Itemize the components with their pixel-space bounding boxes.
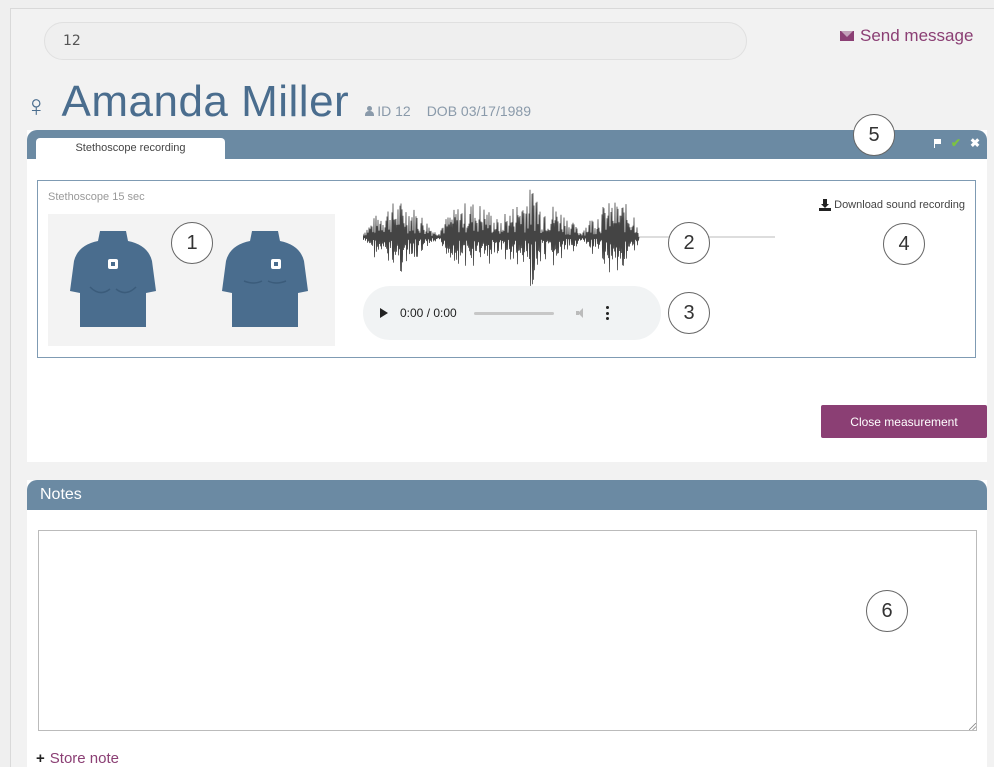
close-icon[interactable]: ✖ [970,136,980,150]
tab-stethoscope-recording[interactable]: Stethoscope recording [36,138,225,159]
measurement-panel: Stethoscope recording ✔ ✖ Stethoscope 15… [27,130,987,462]
check-icon[interactable]: ✔ [951,136,961,150]
download-label: Download sound recording [834,199,965,211]
volume-icon[interactable] [575,307,590,319]
female-torso-icon [70,231,156,327]
audio-time: 0:00 / 0:00 [400,306,457,320]
callout-marker: 2 [668,222,710,264]
patient-id: ID 12 [365,103,411,119]
callout-marker: 5 [853,114,895,156]
close-measurement-button[interactable]: Close measurement [821,405,987,438]
page: 12 Send message ♀ Amanda Miller ID 12 DO… [10,8,994,767]
person-icon [365,106,375,116]
resize-grip-icon[interactable] [969,723,976,730]
notes-panel-header: Notes [27,480,987,510]
patient-name: Amanda Miller [61,77,350,126]
stethoscope-recording-box: Stethoscope 15 sec 0:00 / 0:00 Download … [37,180,976,358]
plus-icon: + [36,750,45,767]
notes-textarea[interactable] [38,530,977,731]
flag-icon[interactable] [933,138,942,148]
search-input[interactable]: 12 [44,22,747,60]
download-recording-link[interactable]: Download sound recording [819,199,965,211]
recording-label: Stethoscope 15 sec [48,191,145,203]
more-options-icon[interactable] [606,306,610,320]
measurement-panel-header: Stethoscope recording ✔ ✖ [27,130,987,159]
envelope-icon [840,31,854,41]
patient-dob: DOB 03/17/1989 [426,103,531,119]
send-message-link[interactable]: Send message [840,26,973,46]
store-note-label: Store note [49,750,119,767]
audio-player[interactable]: 0:00 / 0:00 [363,286,661,340]
audio-progress-track[interactable] [473,311,554,315]
patient-header: ♀ Amanda Miller ID 12 DOB 03/17/1989 [25,77,531,127]
send-message-label: Send message [860,26,974,45]
callout-marker: 1 [171,222,213,264]
female-gender-icon: ♀ [25,90,48,123]
panel-actions: ✔ ✖ [933,136,980,150]
notes-panel: Notes [27,480,987,767]
male-torso-icon [222,231,308,327]
callout-marker: 6 [866,590,908,632]
store-note-link[interactable]: + Store note [36,750,119,767]
callout-marker: 4 [883,223,925,265]
patient-id-label: ID 12 [377,103,411,119]
sound-waveform [363,189,775,286]
play-icon[interactable] [380,308,388,318]
callout-marker: 3 [668,292,710,334]
download-icon [819,199,832,211]
